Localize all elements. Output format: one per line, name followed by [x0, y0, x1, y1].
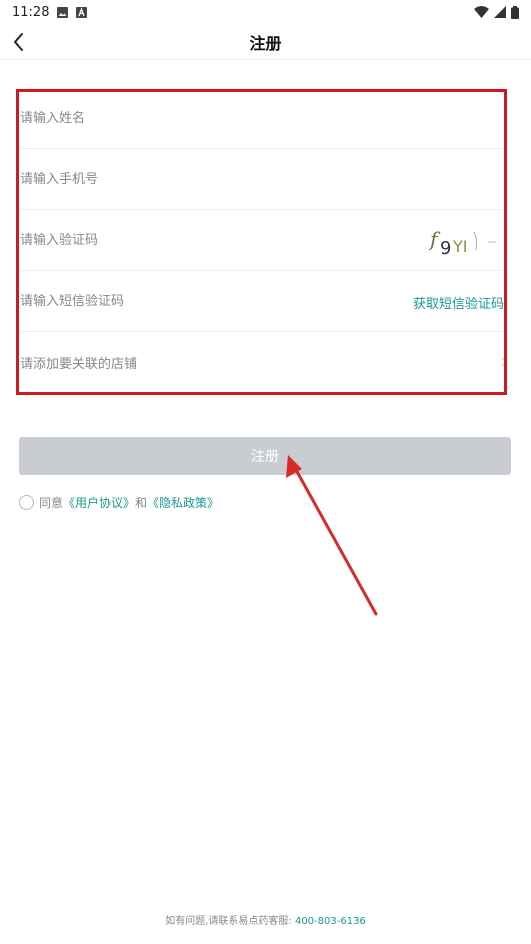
battery-icon — [511, 5, 519, 19]
wifi-icon — [474, 6, 489, 18]
user-agreement-link[interactable]: 《用户协议》 — [63, 494, 135, 511]
agree-radio[interactable] — [19, 495, 34, 510]
image-icon — [57, 6, 69, 18]
nav-bar: 注册 — [0, 24, 531, 60]
chevron-left-icon — [14, 33, 23, 51]
signal-icon — [494, 6, 506, 18]
highlight-frame — [16, 89, 507, 395]
back-button[interactable] — [8, 30, 32, 54]
agreement-row: 同意 《用户协议》 和 《隐私政策》 — [19, 494, 219, 511]
agree-prefix: 同意 — [39, 496, 64, 510]
privacy-policy-link[interactable]: 《隐私政策》 — [147, 494, 219, 511]
status-time: 11:28 — [12, 4, 50, 20]
font-icon — [76, 6, 88, 18]
register-button[interactable]: 注册 — [19, 437, 511, 475]
status-bar: 11:28 — [0, 0, 531, 24]
agree-and: 和 — [135, 496, 148, 510]
service-phone-link[interactable]: 400-803-6136 — [295, 916, 366, 927]
footer-text: 如有问题,请联系易点药客服: — [165, 916, 292, 927]
page-title: 注册 — [249, 33, 282, 53]
footer: 如有问题,请联系易点药客服: 400-803-6136 — [0, 912, 531, 927]
